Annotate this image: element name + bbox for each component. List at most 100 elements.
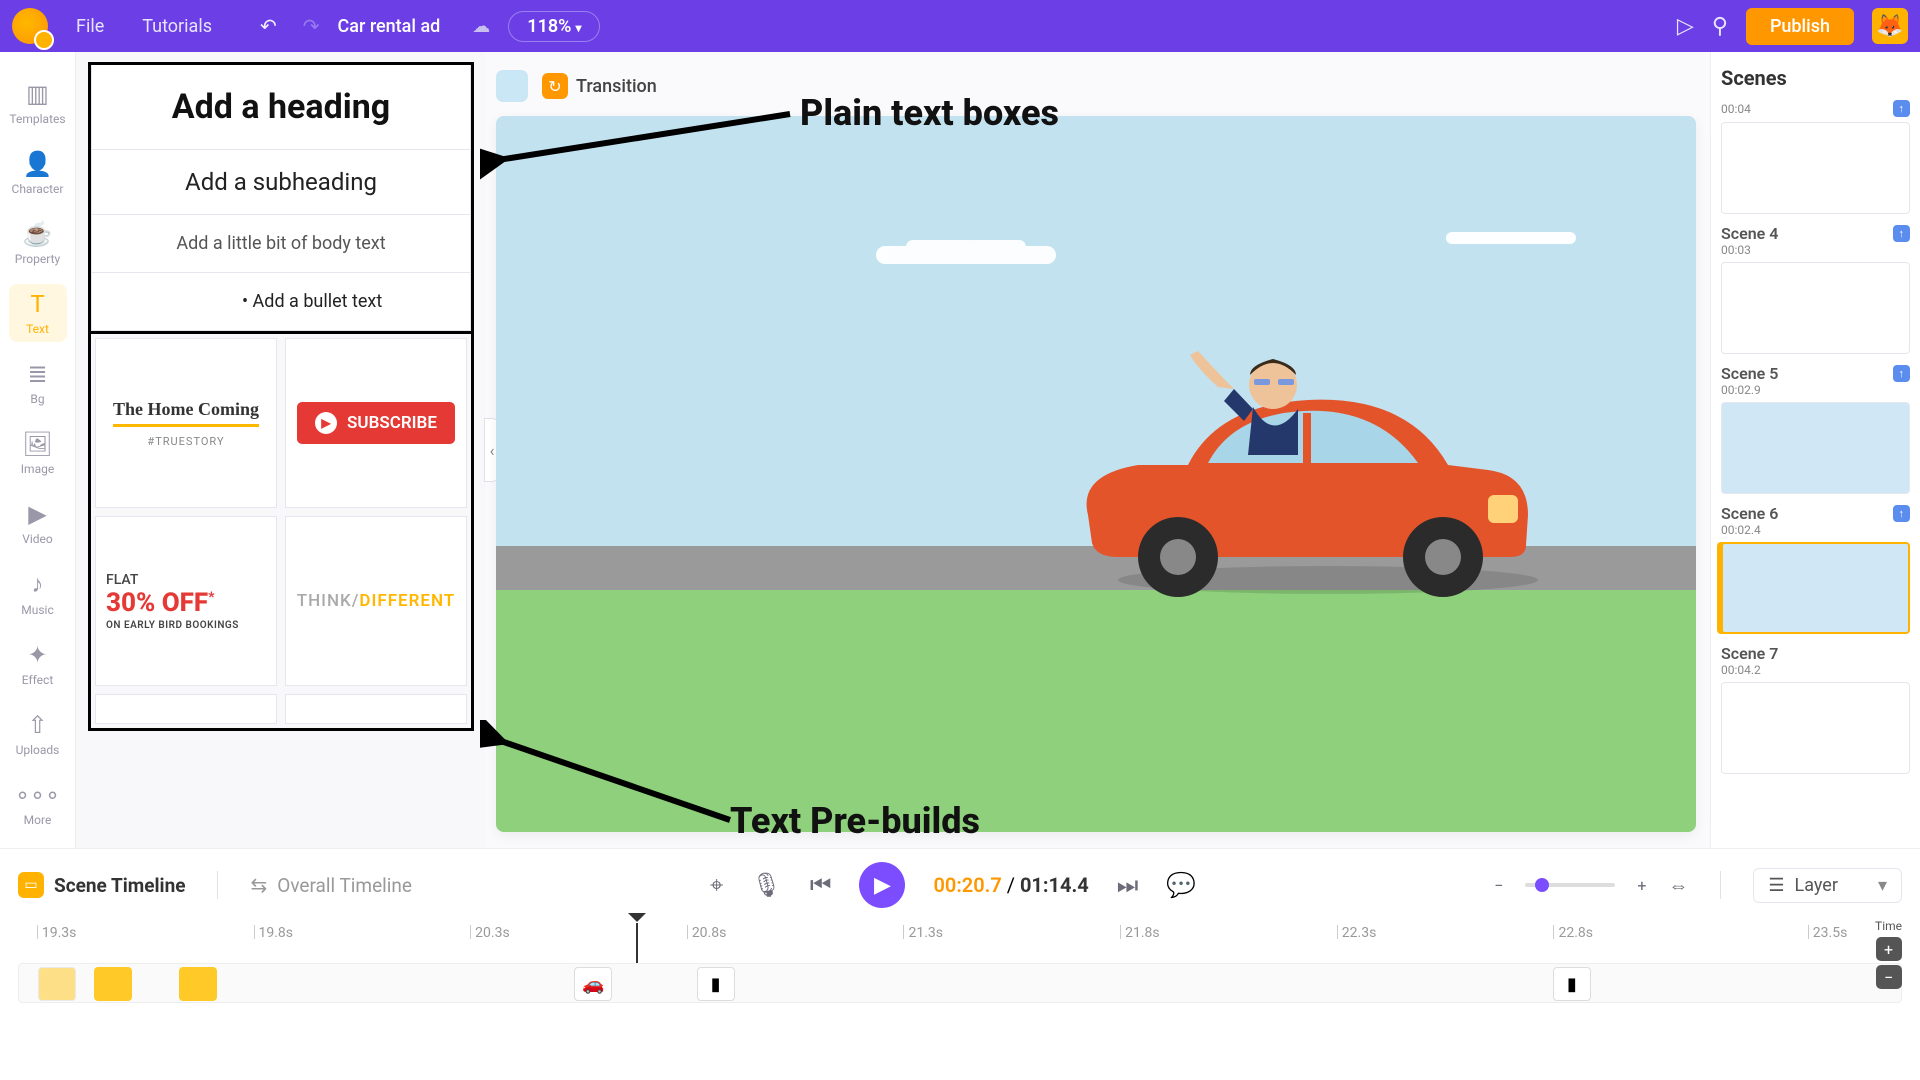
- prebuild-empty-2[interactable]: [285, 694, 467, 724]
- add-body-text[interactable]: Add a little bit of body text: [91, 215, 471, 273]
- zoom-out-icon[interactable]: −: [1494, 876, 1503, 895]
- scene-item-7[interactable]: Scene 7 00:04.2: [1721, 644, 1910, 774]
- clip[interactable]: [179, 967, 217, 1001]
- rail-bg[interactable]: ≣Bg: [9, 354, 67, 412]
- share-button[interactable]: ⚲: [1712, 14, 1728, 39]
- scene-badge-icon: ↑: [1893, 505, 1911, 522]
- ruler-tick: 23.5s: [1808, 925, 1848, 939]
- mic-button[interactable]: 🎙: [751, 871, 781, 899]
- time-zoom-controls: Time + −: [1875, 919, 1902, 989]
- scene-timeline-tab[interactable]: ▭ Scene Timeline: [18, 872, 185, 898]
- scene-item-6[interactable]: Scene 6↑ 00:02.4: [1721, 504, 1910, 634]
- canvas-area: ‹ ↻ Transition: [486, 52, 1710, 848]
- scene-item-4[interactable]: Scene 4↑ 00:03: [1721, 224, 1910, 354]
- cloud-icon: [1446, 232, 1576, 244]
- scenes-panel: Scenes 00:04↑ Scene 4↑ 00:03 Scene 5↑ 00…: [1710, 52, 1920, 848]
- prebuild-think-different[interactable]: THINK/DIFFERENT: [285, 516, 467, 686]
- scenes-title: Scenes: [1721, 66, 1910, 90]
- plain-text-options: Add a heading Add a subheading Add a lit…: [88, 62, 474, 334]
- text-panel: Add a heading Add a subheading Add a lit…: [76, 52, 486, 848]
- prev-button[interactable]: ⏮: [810, 871, 832, 899]
- clip-car[interactable]: 🚗: [574, 967, 612, 1001]
- left-rail: ▥Templates 👤Character ☕Property TText ≣B…: [0, 52, 76, 848]
- scene-color-chip[interactable]: [496, 70, 528, 102]
- prebuild-flat-off[interactable]: FLAT 30% OFF* ON EARLY BIRD BOOKINGS: [95, 516, 277, 686]
- add-bullet-text[interactable]: • Add a bullet text: [91, 273, 471, 331]
- zoom-slider[interactable]: [1525, 883, 1615, 887]
- rail-uploads[interactable]: ⇧Uploads: [9, 705, 67, 763]
- prebuild-empty-1[interactable]: [95, 694, 277, 724]
- time-zoom-in[interactable]: +: [1876, 937, 1902, 961]
- publish-button[interactable]: Publish: [1746, 8, 1854, 45]
- divider: [217, 871, 218, 899]
- rail-music[interactable]: ♪Music: [9, 564, 67, 623]
- comment-button[interactable]: 💬: [1166, 871, 1196, 899]
- undo-button[interactable]: ↶: [260, 14, 277, 38]
- play-button[interactable]: ▶: [859, 862, 905, 908]
- rail-image[interactable]: 🖼Image: [9, 424, 67, 482]
- ruler-tick: 19.3s: [37, 925, 77, 939]
- grass-bg: [496, 590, 1696, 832]
- scene-badge-icon: ↑: [1893, 100, 1911, 117]
- cloud-sync-icon[interactable]: ☁: [472, 16, 490, 37]
- scene-timeline-icon: ▭: [18, 872, 44, 898]
- prebuild-subscribe[interactable]: ▶SUBSCRIBE: [285, 338, 467, 508]
- rail-more[interactable]: ∘∘∘More: [9, 775, 67, 833]
- camera-button[interactable]: ⌖: [710, 871, 724, 899]
- ruler-tick: 19.8s: [254, 925, 294, 939]
- rail-property[interactable]: ☕Property: [9, 214, 67, 272]
- clip-pillar[interactable]: ▮: [697, 967, 735, 1001]
- menu-file[interactable]: File: [66, 12, 114, 41]
- rail-effect[interactable]: ✦Effect: [9, 635, 67, 693]
- clip-pillar[interactable]: ▮: [1553, 967, 1591, 1001]
- redo-button[interactable]: ↷: [303, 14, 320, 38]
- scene-badge-icon: ↑: [1893, 225, 1911, 242]
- ruler-tick: 22.8s: [1553, 925, 1593, 939]
- ruler-tick: 22.3s: [1337, 925, 1377, 939]
- main-area: ▥Templates 👤Character ☕Property TText ≣B…: [0, 52, 1920, 848]
- cloud-icon: [876, 246, 1056, 264]
- add-heading[interactable]: Add a heading: [91, 65, 471, 150]
- timecode: 00:20.7 / 01:14.4: [933, 873, 1088, 897]
- chevron-down-icon: ▾: [1878, 875, 1887, 896]
- ruler-tick: 20.3s: [470, 925, 510, 939]
- divider: [1720, 871, 1721, 899]
- prebuild-homecoming[interactable]: The Home Coming #TRUESTORY: [95, 338, 277, 508]
- time-zoom-label: Time: [1875, 919, 1902, 933]
- fit-icon[interactable]: ⇔: [1668, 873, 1688, 898]
- zoom-level[interactable]: 118%▾: [508, 11, 600, 42]
- project-title[interactable]: Car rental ad: [338, 16, 441, 37]
- transition-button[interactable]: ↻ Transition: [542, 73, 657, 99]
- topbar: File Tutorials ↶ ↷ Car rental ad ☁ 118%▾…: [0, 0, 1920, 52]
- preview-button[interactable]: ▷: [1677, 14, 1694, 39]
- rail-templates[interactable]: ▥Templates: [9, 74, 67, 132]
- rail-video[interactable]: ▶Video: [9, 494, 67, 552]
- app-logo[interactable]: [12, 8, 48, 44]
- rail-text[interactable]: TText: [9, 284, 67, 342]
- next-button[interactable]: ⏭: [1117, 871, 1139, 899]
- layer-dropdown[interactable]: ☰ Layer ▾: [1753, 868, 1902, 903]
- time-zoom-out[interactable]: −: [1876, 965, 1902, 989]
- zoom-in-icon[interactable]: +: [1637, 876, 1646, 895]
- scene-item-5[interactable]: Scene 5↑ 00:02.9: [1721, 364, 1910, 494]
- clip[interactable]: [38, 967, 76, 1001]
- layers-icon: ☰: [1768, 875, 1784, 896]
- rail-character[interactable]: 👤Character: [9, 144, 67, 202]
- scene-badge-icon: ↑: [1893, 365, 1911, 382]
- user-avatar[interactable]: 🦊: [1872, 8, 1908, 44]
- canvas-stage[interactable]: [496, 116, 1696, 832]
- ruler-tick: 21.3s: [903, 925, 943, 939]
- menu-tutorials[interactable]: Tutorials: [132, 12, 222, 41]
- scene-item-partial[interactable]: 00:04↑: [1721, 100, 1910, 214]
- ruler-tick: 21.8s: [1120, 925, 1160, 939]
- ruler-tick: 20.8s: [687, 925, 727, 939]
- car-illustration[interactable]: [1048, 345, 1548, 605]
- text-prebuilds: The Home Coming #TRUESTORY ▶SUBSCRIBE FL…: [88, 334, 474, 731]
- clip[interactable]: [94, 967, 132, 1001]
- add-subheading[interactable]: Add a subheading: [91, 150, 471, 215]
- timeline-track[interactable]: 🚗 ▮ ▮: [18, 963, 1902, 1003]
- timeline-ruler[interactable]: 19.3s 19.8s 20.3s 20.8s 21.3s 21.8s 22.3…: [18, 925, 1902, 957]
- timeline-panel: ▭ Scene Timeline ⇆ Overall Timeline ⌖ 🎙 …: [0, 848, 1920, 1080]
- transition-icon: ↻: [542, 73, 568, 99]
- overall-timeline-tab[interactable]: ⇆ Overall Timeline: [250, 873, 411, 897]
